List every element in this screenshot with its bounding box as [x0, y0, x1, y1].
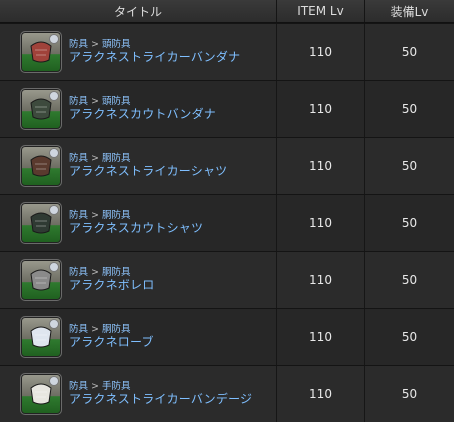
subcategory-label[interactable]: 胴防具 [102, 210, 131, 221]
badge-icon [49, 34, 59, 44]
cell-item-level: 110 [277, 309, 365, 365]
header-equip-level[interactable]: 装備Lv [365, 0, 454, 22]
category-label[interactable]: 防具 [69, 267, 88, 278]
cell-title: 防具 > 手防具 アラクネストライカーバンデージ [0, 366, 277, 422]
bolero-icon[interactable] [20, 259, 62, 301]
item-text: 防具 > 頭防具 アラクネストライカーバンダナ [69, 39, 240, 66]
badge-icon [49, 91, 59, 101]
item-text: 防具 > 胴防具 アラクネボレロ [69, 267, 154, 294]
cell-title: 防具 > 頭防具 アラクネストライカーバンダナ [0, 24, 277, 80]
item-name-link[interactable]: アラクネストライカーバンデージ [69, 392, 252, 407]
table-row[interactable]: 防具 > 胴防具 アラクネスカウトシャツ 110 50 [0, 194, 454, 251]
category-label[interactable]: 防具 [69, 381, 88, 392]
item-category[interactable]: 防具 > 胴防具 [69, 267, 154, 279]
cell-equip-level: 50 [401, 102, 418, 116]
item-category[interactable]: 防具 > 胴防具 [69, 210, 203, 222]
badge-icon [49, 262, 59, 272]
item-text: 防具 > 手防具 アラクネストライカーバンデージ [69, 381, 252, 408]
table-row[interactable]: 防具 > 頭防具 アラクネスカウトバンダナ 110 50 [0, 80, 454, 137]
category-separator: > [91, 266, 99, 278]
category-separator: > [91, 152, 99, 164]
category-separator: > [91, 380, 99, 392]
cell-item-level: 110 [277, 252, 365, 308]
subcategory-label[interactable]: 手防具 [102, 381, 131, 392]
cell-item-level: 110 [277, 81, 365, 137]
category-separator: > [91, 95, 99, 107]
category-separator: > [91, 209, 99, 221]
item-category[interactable]: 防具 > 手防具 [69, 381, 252, 393]
item-text: 防具 > 胴防具 アラクネローブ [69, 324, 154, 351]
table-row[interactable]: 防具 > 頭防具 アラクネストライカーバンダナ 110 50 [0, 23, 454, 80]
category-label[interactable]: 防具 [69, 96, 88, 107]
cell-equip-level: 50 [401, 45, 418, 59]
item-name-link[interactable]: アラクネストライカーシャツ [69, 164, 227, 179]
category-label[interactable]: 防具 [69, 324, 88, 335]
cell-equip-level: 50 [401, 330, 418, 344]
item-name-link[interactable]: アラクネスカウトバンダナ [69, 107, 216, 122]
category-separator: > [91, 38, 99, 50]
item-name-link[interactable]: アラクネボレロ [69, 278, 154, 293]
cell-equip-level: 50 [401, 159, 418, 173]
table-header: タイトル ITEM Lv 装備Lv [0, 0, 454, 23]
cell-item-level: 110 [277, 195, 365, 251]
item-name-link[interactable]: アラクネストライカーバンダナ [69, 50, 240, 65]
shirt-icon[interactable] [20, 145, 62, 187]
cell-title: 防具 > 胴防具 アラクネボレロ [0, 252, 277, 308]
item-text: 防具 > 胴防具 アラクネストライカーシャツ [69, 153, 227, 180]
cell-equip-level: 50 [401, 273, 418, 287]
item-category[interactable]: 防具 > 胴防具 [69, 324, 154, 336]
item-category[interactable]: 防具 > 頭防具 [69, 39, 240, 51]
bandage-icon[interactable] [20, 373, 62, 415]
cell-item-level: 110 [277, 366, 365, 422]
category-label[interactable]: 防具 [69, 210, 88, 221]
header-item-level[interactable]: ITEM Lv [277, 0, 365, 22]
badge-icon [49, 319, 59, 329]
cell-equip-level: 50 [401, 387, 418, 401]
cell-item-level: 110 [277, 24, 365, 80]
robe-icon[interactable] [20, 316, 62, 358]
subcategory-label[interactable]: 頭防具 [102, 96, 131, 107]
cell-title: 防具 > 胴防具 アラクネスカウトシャツ [0, 195, 277, 251]
bandana-icon[interactable] [20, 88, 62, 130]
item-table: タイトル ITEM Lv 装備Lv 防具 > 頭防具 アラクネストライカーバンダナ 11… [0, 0, 454, 422]
badge-icon [49, 148, 59, 158]
table-row[interactable]: 防具 > 胴防具 アラクネローブ 110 50 [0, 308, 454, 365]
badge-icon [49, 376, 59, 386]
table-row[interactable]: 防具 > 手防具 アラクネストライカーバンデージ 110 50 [0, 365, 454, 422]
item-category[interactable]: 防具 > 胴防具 [69, 153, 227, 165]
cell-title: 防具 > 頭防具 アラクネスカウトバンダナ [0, 81, 277, 137]
category-label[interactable]: 防具 [69, 153, 88, 164]
subcategory-label[interactable]: 胴防具 [102, 267, 131, 278]
cell-equip-level: 50 [401, 216, 418, 230]
item-name-link[interactable]: アラクネスカウトシャツ [69, 221, 203, 236]
cell-title: 防具 > 胴防具 アラクネローブ [0, 309, 277, 365]
category-separator: > [91, 323, 99, 335]
item-category[interactable]: 防具 > 頭防具 [69, 96, 216, 108]
header-title[interactable]: タイトル [0, 0, 277, 22]
table-row[interactable]: 防具 > 胴防具 アラクネストライカーシャツ 110 50 [0, 137, 454, 194]
item-name-link[interactable]: アラクネローブ [69, 335, 154, 350]
subcategory-label[interactable]: 頭防具 [102, 39, 131, 50]
category-label[interactable]: 防具 [69, 39, 88, 50]
table-row[interactable]: 防具 > 胴防具 アラクネボレロ 110 50 [0, 251, 454, 308]
bandana-icon[interactable] [20, 31, 62, 73]
shirt-icon[interactable] [20, 202, 62, 244]
item-text: 防具 > 胴防具 アラクネスカウトシャツ [69, 210, 203, 237]
cell-title: 防具 > 胴防具 アラクネストライカーシャツ [0, 138, 277, 194]
item-text: 防具 > 頭防具 アラクネスカウトバンダナ [69, 96, 216, 123]
subcategory-label[interactable]: 胴防具 [102, 324, 131, 335]
subcategory-label[interactable]: 胴防具 [102, 153, 131, 164]
badge-icon [49, 205, 59, 215]
cell-item-level: 110 [277, 138, 365, 194]
